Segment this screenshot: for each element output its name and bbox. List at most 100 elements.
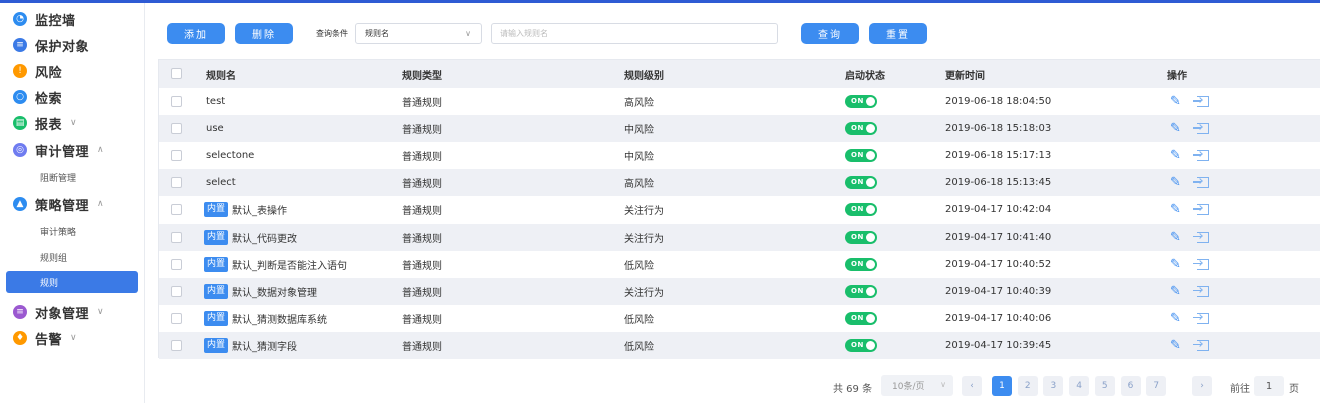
sidebar-item-policy-management[interactable]: ▲ 策略管理 ∧ [0, 191, 145, 217]
reset-button[interactable]: 重置 [869, 23, 927, 44]
rule-name-cell: use [206, 115, 224, 142]
sidebar-item-risk[interactable]: ! 风险 [0, 58, 145, 84]
row-checkbox[interactable] [171, 96, 182, 107]
prev-page-button[interactable]: ‹ [962, 376, 982, 396]
edit-icon[interactable]: ✎ [1170, 278, 1181, 305]
page-button-2[interactable]: 2 [1017, 376, 1038, 396]
search-icon: ○ [13, 90, 27, 104]
next-page-button[interactable]: › [1192, 376, 1212, 396]
exit-icon[interactable] [1193, 142, 1209, 169]
row-checkbox[interactable] [171, 204, 182, 216]
status-cell: ON [845, 332, 877, 359]
column-header-name[interactable]: 规则名 [206, 60, 236, 88]
sidebar-item-monitor-wall[interactable]: ◔ 监控墙 [0, 6, 145, 32]
rule-name-text: 默认_猜测数据库系统 [232, 314, 328, 326]
row-checkbox[interactable] [171, 285, 182, 297]
status-cell: ON [845, 305, 877, 332]
exit-icon[interactable] [1193, 305, 1209, 332]
bell-icon: ♦ [13, 331, 27, 345]
status-toggle[interactable]: ON [845, 203, 877, 217]
page-button-1[interactable]: 1 [992, 376, 1012, 396]
sidebar-item-audit-management[interactable]: ◎ 审计管理 ∧ [0, 137, 145, 163]
rule-name-cell: 内置 默认_猜测字段 [204, 332, 297, 359]
sidebar-subitem-rules[interactable]: 规则 [6, 271, 138, 293]
edit-icon[interactable]: ✎ [1170, 88, 1181, 115]
status-toggle[interactable]: ON [845, 257, 877, 271]
column-header-updated[interactable]: 更新时间 [945, 60, 985, 88]
exit-icon[interactable] [1193, 251, 1209, 278]
status-toggle[interactable]: ON [845, 284, 877, 298]
edit-icon[interactable]: ✎ [1170, 196, 1181, 223]
exit-icon[interactable] [1193, 332, 1209, 359]
exit-icon[interactable] [1193, 88, 1209, 115]
edit-icon[interactable]: ✎ [1170, 332, 1181, 359]
sidebar-item-report[interactable]: ▤ 报表 ∨ [0, 110, 145, 136]
sidebar-subitem-rule-group[interactable]: 规则组 [0, 246, 145, 268]
row-checkbox[interactable] [171, 150, 182, 162]
sidebar-subitem-block-management[interactable]: 阻断管理 [0, 166, 145, 188]
column-header-type[interactable]: 规则类型 [402, 60, 442, 88]
row-checkbox[interactable] [171, 339, 182, 351]
search-input[interactable] [491, 23, 778, 44]
rule-name-cell: 内置 默认_猜测数据库系统 [204, 305, 327, 332]
exit-icon[interactable] [1193, 115, 1209, 142]
table-row: test 普通规则 高风险 ON 2019-06-18 18:04:50 ✎ [159, 88, 1320, 115]
edit-icon[interactable]: ✎ [1170, 142, 1181, 169]
edit-icon[interactable]: ✎ [1170, 169, 1181, 196]
page-button-5[interactable]: 5 [1094, 376, 1115, 396]
row-checkbox[interactable] [171, 123, 182, 135]
add-button[interactable]: 添加 [167, 23, 225, 44]
sidebar-subitem-audit-policy[interactable]: 审计策略 [0, 220, 145, 242]
status-toggle[interactable]: ON [845, 176, 877, 190]
rule-level-cell: 低风险 [624, 314, 654, 326]
exit-icon[interactable] [1193, 224, 1209, 251]
edit-icon[interactable]: ✎ [1170, 305, 1181, 332]
status-toggle[interactable]: ON [845, 311, 877, 325]
row-checkbox[interactable] [171, 231, 182, 243]
status-toggle[interactable]: ON [845, 95, 877, 108]
exit-icon[interactable] [1193, 169, 1209, 196]
delete-button[interactable]: 删除 [235, 23, 293, 44]
toggle-on-text: ON [851, 286, 864, 295]
row-checkbox[interactable] [171, 177, 182, 189]
status-toggle[interactable]: ON [845, 230, 877, 244]
row-checkbox[interactable] [171, 312, 182, 324]
page-button-7[interactable]: 7 [1146, 376, 1167, 396]
status-toggle[interactable]: ON [845, 338, 877, 352]
page-button-4[interactable]: 4 [1069, 376, 1090, 396]
select-all-checkbox[interactable] [171, 68, 182, 79]
query-button[interactable]: 查询 [801, 23, 859, 44]
page-size-select[interactable]: 10条/页 ∨ [881, 375, 953, 396]
sidebar-item-search[interactable]: ○ 检索 [0, 84, 145, 110]
sidebar-item-object-management[interactable]: ≡ 对象管理 ∨ [0, 299, 145, 325]
sidebar-subitem-label: 规则 [40, 278, 59, 289]
page-button-3[interactable]: 3 [1043, 376, 1064, 396]
status-cell: ON [845, 251, 877, 278]
page-button-6[interactable]: 6 [1120, 376, 1141, 396]
chevron-down-icon: ∨ [70, 333, 77, 343]
edit-icon[interactable]: ✎ [1170, 115, 1181, 142]
sidebar-item-label: 报表 [35, 117, 63, 133]
status-toggle[interactable]: ON [845, 122, 877, 136]
status-toggle[interactable]: ON [845, 149, 877, 163]
toggle-knob [866, 151, 875, 161]
toggle-on-text: ON [851, 259, 864, 268]
edit-icon[interactable]: ✎ [1170, 251, 1181, 278]
rules-table: 规则名 规则类型 规则级别 启动状态 更新时间 操作 test 普通规则 高风险… [158, 59, 1320, 359]
table-row: 内置 默认_猜测数据库系统 普通规则 低风险 ON 2019-04-17 10:4… [159, 305, 1320, 332]
sidebar-item-alarm[interactable]: ♦ 告警 ∨ [0, 325, 145, 351]
condition-select[interactable]: 规则名 ∨ [355, 23, 482, 44]
goto-page-input[interactable]: 1 [1254, 376, 1284, 396]
table-row: 内置 默认_猜测字段 普通规则 低风险 ON 2019-04-17 10:39:4… [159, 331, 1320, 359]
row-checkbox[interactable] [171, 258, 182, 270]
exit-icon[interactable] [1193, 196, 1209, 223]
sidebar-item-protected-objects[interactable]: ≡ 保护对象 [0, 32, 145, 58]
column-header-status[interactable]: 启动状态 [845, 60, 885, 88]
rule-level-cell: 低风险 [624, 341, 654, 353]
edit-icon[interactable]: ✎ [1170, 224, 1181, 251]
column-header-level[interactable]: 规则级别 [624, 60, 664, 88]
table-row: select 普通规则 高风险 ON 2019-06-18 15:13:45 ✎ [159, 169, 1320, 197]
status-cell: ON [845, 224, 877, 251]
toggle-knob [866, 124, 875, 134]
exit-icon[interactable] [1193, 278, 1209, 305]
